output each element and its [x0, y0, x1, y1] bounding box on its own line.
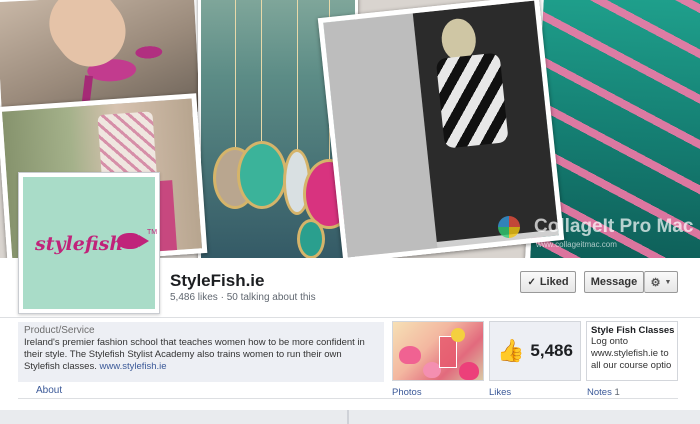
about-summary: Product/Service Ireland's premier fashio…: [18, 322, 384, 382]
gear-icon: ⚙: [650, 276, 661, 289]
page-title[interactable]: StyleFish.ie: [170, 271, 264, 291]
watermark-logo: [498, 216, 520, 238]
photos-app-tile[interactable]: [392, 321, 484, 381]
notes-label: Notes: [587, 387, 612, 398]
about-link[interactable]: About: [36, 385, 62, 396]
notes-line: www.stylefish.ie to: [591, 348, 669, 359]
message-label: Message: [590, 276, 638, 288]
notes-title: Style Fish Classes: [591, 325, 675, 336]
watermark-url: www.collageitmac.com: [536, 240, 617, 249]
photos-label[interactable]: Photos: [392, 387, 422, 398]
likes-label[interactable]: Likes: [489, 387, 511, 398]
website-link[interactable]: www.stylefish.ie: [100, 361, 167, 372]
section-divider: [18, 398, 678, 399]
notes-label-group[interactable]: Notes 1: [587, 387, 620, 398]
timeline-separator: [347, 410, 349, 424]
logo-trademark: TM: [147, 229, 158, 236]
chevron-down-icon: ▼: [664, 278, 672, 286]
profile-picture[interactable]: stylefish TM: [18, 172, 160, 314]
liked-button[interactable]: ✓ Liked: [520, 271, 576, 293]
stylefish-logo: stylefish TM: [23, 177, 158, 309]
thumbs-up-icon: 👍: [497, 338, 525, 363]
fish-icon: [117, 233, 149, 249]
liked-label: Liked: [539, 276, 569, 288]
page-category: Product/Service: [24, 325, 95, 336]
page-description: Ireland's premier fashion school that te…: [24, 337, 378, 373]
check-icon: ✓: [527, 276, 536, 288]
message-button[interactable]: Message: [584, 271, 644, 293]
logo-text: stylefish: [35, 233, 124, 255]
notes-count: 1: [614, 387, 620, 398]
likes-app-tile[interactable]: 👍 5,486: [489, 321, 581, 381]
timeline-area: [0, 410, 700, 424]
page-stats: 5,486 likes · 50 talking about this: [170, 292, 316, 303]
settings-dropdown-button[interactable]: ⚙ ▼: [644, 271, 678, 293]
notes-app-tile[interactable]: Style Fish Classes Log onto www.stylefis…: [586, 321, 678, 381]
description-text: Ireland's premier fashion school that te…: [24, 337, 365, 372]
notes-line: all our course optio: [591, 360, 672, 371]
watermark-text: CollageIt Pro Mac: [534, 216, 694, 237]
notes-line: Log onto: [591, 336, 628, 347]
cover-image-black-white: [317, 0, 565, 258]
likes-count: 5,486: [530, 341, 573, 360]
